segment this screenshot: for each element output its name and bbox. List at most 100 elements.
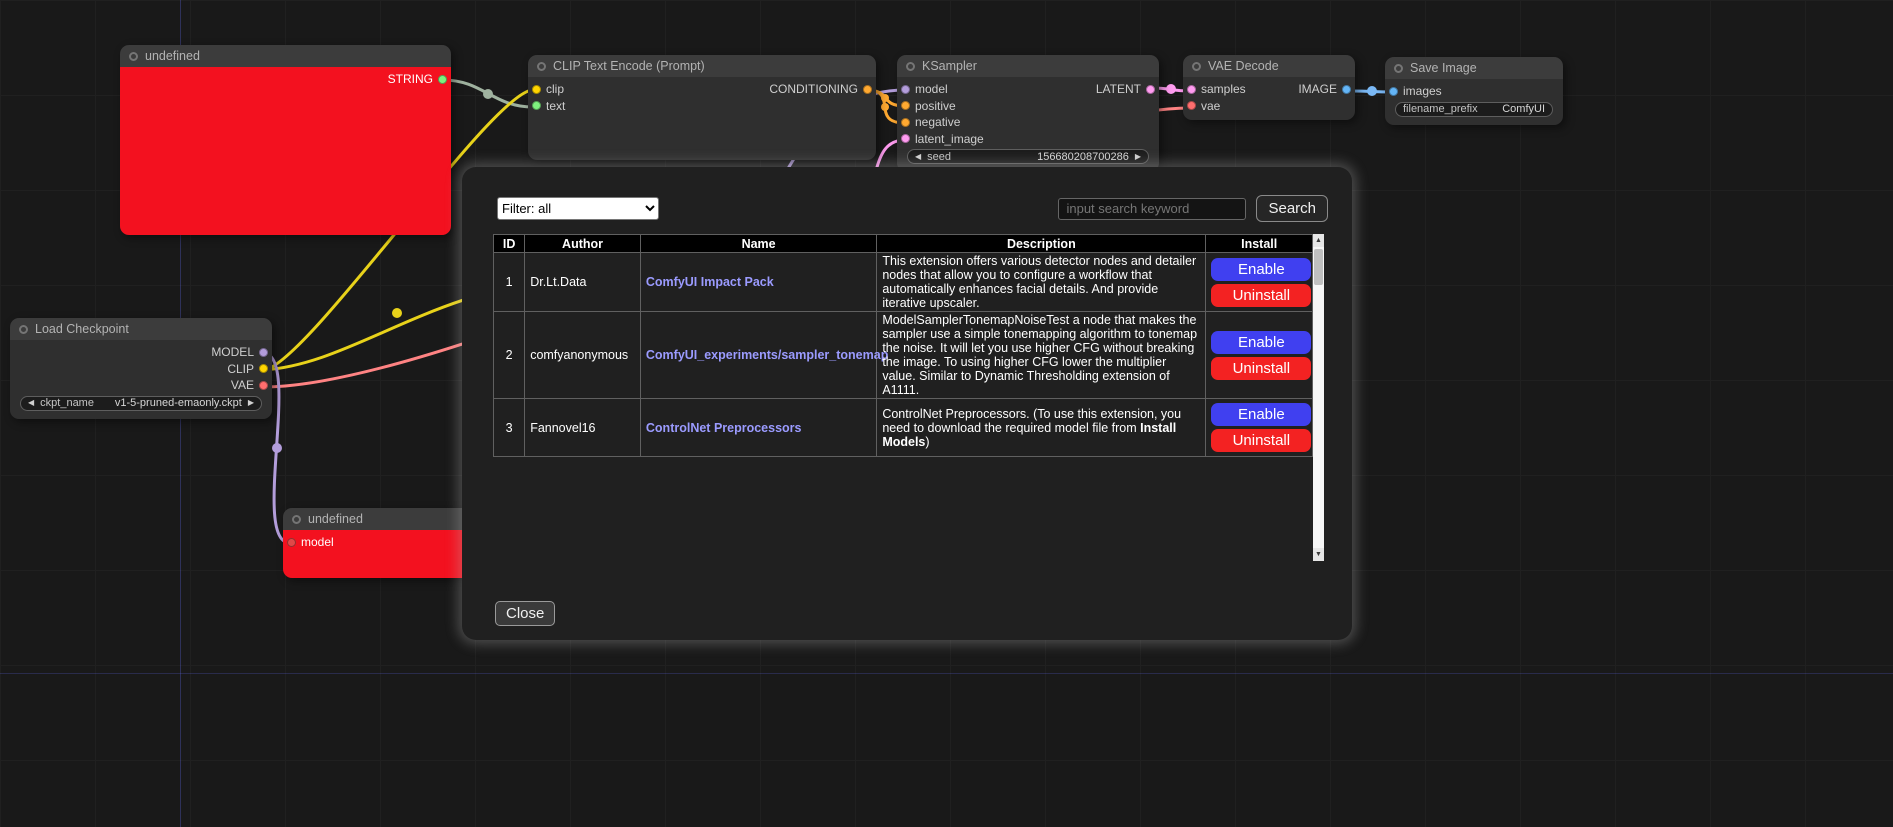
port-label: positive — [915, 99, 956, 113]
uninstall-button[interactable]: Uninstall — [1211, 284, 1311, 307]
port-model-input[interactable] — [901, 85, 910, 94]
extension-link[interactable]: ComfyUI Impact Pack — [646, 275, 774, 289]
node-header[interactable]: KSampler — [897, 55, 1159, 77]
column-header-name: Name — [640, 235, 876, 253]
port-vae-input[interactable] — [1187, 101, 1196, 110]
filename-prefix-widget[interactable]: filename_prefix ComfyUI — [1395, 102, 1553, 117]
uninstall-button[interactable]: Uninstall — [1211, 357, 1311, 380]
cell-description: This extension offers various detector n… — [877, 253, 1206, 312]
port-vae-output[interactable] — [259, 381, 268, 390]
widget-label: filename_prefix — [1403, 103, 1478, 115]
port-label: model — [915, 82, 948, 96]
column-header-id: ID — [494, 235, 525, 253]
port-label: images — [1403, 84, 1442, 98]
port-image-output[interactable] — [1342, 85, 1351, 94]
collapse-toggle-icon[interactable] — [1394, 64, 1403, 73]
node-title: undefined — [308, 512, 363, 526]
cell-id: 2 — [494, 312, 525, 399]
node-undefined-string[interactable]: undefined STRING — [120, 45, 451, 235]
link-midpoint-dot — [483, 89, 493, 99]
collapse-toggle-icon[interactable] — [129, 52, 138, 61]
node-header[interactable]: Save Image — [1385, 57, 1563, 79]
collapse-toggle-icon[interactable] — [292, 515, 301, 524]
search-input[interactable] — [1058, 198, 1246, 220]
node-header[interactable]: Load Checkpoint — [10, 318, 272, 340]
node-header[interactable]: CLIP Text Encode (Prompt) — [528, 55, 876, 77]
description-text: ) — [925, 435, 929, 449]
cell-description: ControlNet Preprocessors. (To use this e… — [877, 399, 1206, 457]
ckpt-name-widget[interactable]: ◀ ckpt_name v1-5-pruned-emaonly.ckpt ▶ — [20, 396, 262, 411]
port-samples-input[interactable] — [1187, 85, 1196, 94]
port-text-input[interactable] — [532, 101, 541, 110]
port-label: LATENT — [1096, 82, 1141, 96]
port-label: samples — [1201, 82, 1246, 96]
extension-row: 3 Fannovel16 ControlNet Preprocessors Co… — [494, 399, 1313, 457]
node-clip-text-encode[interactable]: CLIP Text Encode (Prompt) clip CONDITION… — [528, 55, 876, 160]
decrement-arrow-icon[interactable]: ◀ — [28, 399, 34, 407]
collapse-toggle-icon[interactable] — [906, 62, 915, 71]
node-save-image[interactable]: Save Image images filename_prefix ComfyU… — [1385, 57, 1563, 125]
collapse-toggle-icon[interactable] — [537, 62, 546, 71]
scrollbar-thumb[interactable] — [1314, 249, 1323, 285]
port-label: negative — [915, 115, 960, 129]
enable-button[interactable]: Enable — [1211, 331, 1311, 354]
enable-button[interactable]: Enable — [1211, 403, 1311, 426]
port-latent-output[interactable] — [1146, 85, 1155, 94]
node-title: CLIP Text Encode (Prompt) — [553, 59, 705, 73]
link-midpoint-dot — [1166, 84, 1176, 94]
enable-button[interactable]: Enable — [1211, 258, 1311, 281]
column-header-install: Install — [1206, 235, 1313, 253]
node-title: KSampler — [922, 59, 977, 73]
increment-arrow-icon[interactable]: ▶ — [1135, 153, 1141, 161]
extension-link[interactable]: ComfyUI_experiments/sampler_tonemap — [646, 348, 888, 362]
node-ksampler[interactable]: KSampler model LATENT positive negative … — [897, 55, 1159, 172]
port-images-input[interactable] — [1389, 87, 1398, 96]
port-negative-input[interactable] — [901, 118, 910, 127]
port-label: latent_image — [915, 132, 984, 146]
node-header[interactable]: VAE Decode — [1183, 55, 1355, 77]
widget-value: v1-5-pruned-emaonly.ckpt — [115, 397, 242, 409]
decrement-arrow-icon[interactable]: ◀ — [915, 153, 921, 161]
port-latent-image-input[interactable] — [901, 134, 910, 143]
port-model-input[interactable] — [287, 538, 296, 547]
port-model-output[interactable] — [259, 348, 268, 357]
table-scrollbar[interactable]: ▲ ▼ — [1313, 234, 1324, 561]
link-midpoint-dot — [272, 443, 282, 453]
collapse-toggle-icon[interactable] — [19, 325, 28, 334]
link-midpoint-dot — [1367, 86, 1377, 96]
port-positive-input[interactable] — [901, 101, 910, 110]
port-string-output[interactable] — [438, 75, 447, 84]
uninstall-button[interactable]: Uninstall — [1211, 429, 1311, 452]
extension-link[interactable]: ControlNet Preprocessors — [646, 421, 802, 435]
port-label: text — [546, 99, 565, 113]
scroll-up-icon[interactable]: ▲ — [1313, 234, 1324, 247]
node-load-checkpoint[interactable]: Load Checkpoint MODEL CLIP VAE ◀ ckpt_na… — [10, 318, 272, 419]
extension-row: 1 Dr.Lt.Data ComfyUI Impact Pack This ex… — [494, 253, 1313, 312]
node-title: Load Checkpoint — [35, 322, 129, 336]
cell-author: comfyanonymous — [525, 312, 641, 399]
port-conditioning-output[interactable] — [863, 85, 872, 94]
node-title: Save Image — [1410, 61, 1477, 75]
cell-id: 3 — [494, 399, 525, 457]
cell-author: Fannovel16 — [525, 399, 641, 457]
increment-arrow-icon[interactable]: ▶ — [248, 399, 254, 407]
port-label: STRING — [388, 72, 433, 86]
close-button[interactable]: Close — [495, 601, 555, 626]
link-midpoint-dot — [881, 103, 889, 111]
port-clip-output[interactable] — [259, 364, 268, 373]
collapse-toggle-icon[interactable] — [1192, 62, 1201, 71]
link-midpoint-dot — [392, 308, 402, 318]
port-label: model — [301, 535, 334, 549]
cell-author: Dr.Lt.Data — [525, 253, 641, 312]
search-button[interactable]: Search — [1256, 195, 1328, 222]
node-header[interactable]: undefined — [120, 45, 451, 67]
seed-widget[interactable]: ◀ seed 156680208700286 ▶ — [907, 149, 1149, 164]
filter-select[interactable]: Filter: all — [497, 197, 659, 220]
port-label: MODEL — [211, 345, 254, 359]
widget-label: ckpt_name — [40, 397, 94, 409]
link-midpoint-dot — [881, 94, 889, 102]
port-clip-input[interactable] — [532, 85, 541, 94]
port-label: CONDITIONING — [769, 82, 858, 96]
scroll-down-icon[interactable]: ▼ — [1313, 548, 1324, 561]
node-vae-decode[interactable]: VAE Decode samples IMAGE vae — [1183, 55, 1355, 120]
